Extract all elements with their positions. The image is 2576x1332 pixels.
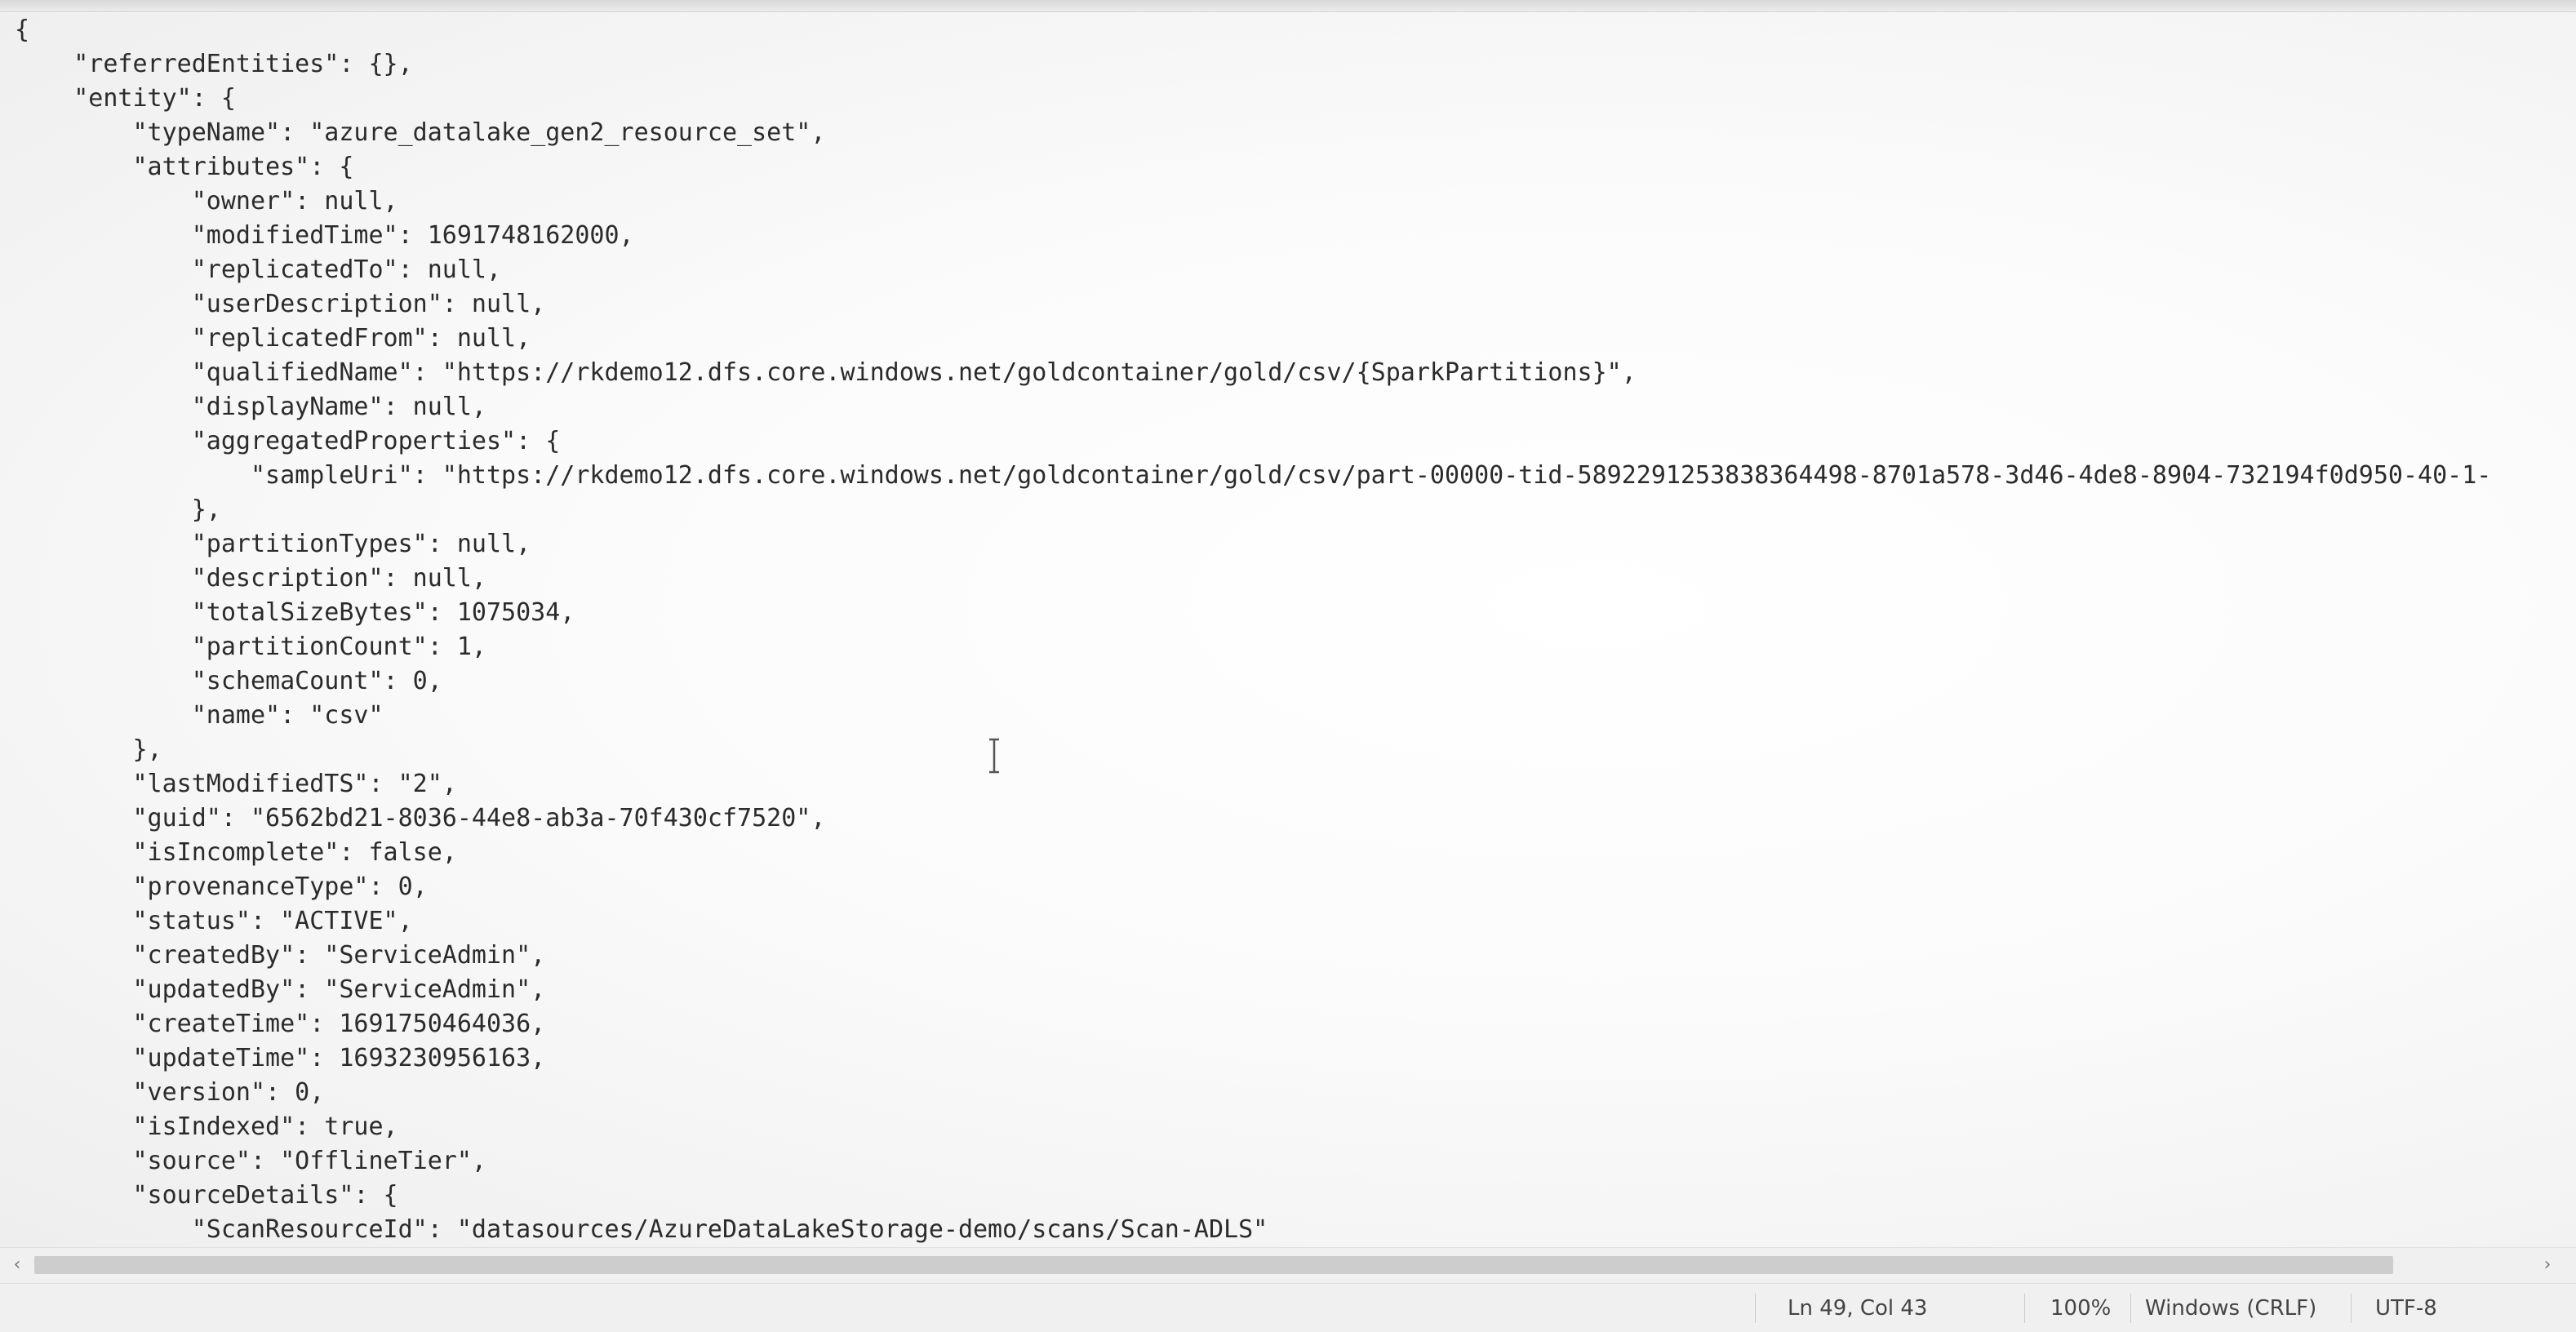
code-line: "source": "OfflineTier", bbox=[15, 1147, 486, 1175]
code-line: "createTime": 1691750464036, bbox=[15, 1010, 546, 1038]
code-line: "name": "csv" bbox=[15, 701, 384, 730]
status-divider bbox=[2351, 1294, 2352, 1323]
cursor-position: Ln 49, Col 43 bbox=[1788, 1296, 1928, 1321]
window-top-edge bbox=[0, 0, 2576, 12]
status-divider bbox=[2024, 1294, 2025, 1323]
code-line: "modifiedTime": 1691748162000, bbox=[15, 221, 634, 250]
code-line: "partitionTypes": null, bbox=[15, 530, 531, 558]
code-line: "provenanceType": 0, bbox=[15, 872, 428, 901]
code-line: "referredEntities": {}, bbox=[15, 50, 413, 78]
code-line: { bbox=[15, 16, 30, 44]
code-line: "qualifiedName": "https://rkdemo12.dfs.c… bbox=[15, 358, 1637, 387]
code-line: "displayName": null, bbox=[15, 393, 486, 421]
code-line: "updateTime": 1693230956163, bbox=[15, 1044, 546, 1072]
code-line: "guid": "6562bd21-8036-44e8-ab3a-70f430c… bbox=[15, 804, 826, 832]
status-divider bbox=[1755, 1294, 1756, 1323]
code-line: "schemaCount": 0, bbox=[15, 667, 442, 695]
text-cursor-icon bbox=[989, 738, 999, 774]
code-line: "sourceDetails": { bbox=[15, 1181, 398, 1210]
code-line: "createdBy": "ServiceAdmin", bbox=[15, 941, 546, 970]
line-ending[interactable]: Windows (CRLF) bbox=[2145, 1284, 2316, 1332]
code-line: "isIndexed": true, bbox=[15, 1112, 398, 1141]
status-bar: Ln 49, Col 43 100% Windows (CRLF) UTF-8 bbox=[0, 1283, 2576, 1332]
code-line: "owner": null, bbox=[15, 187, 398, 215]
horizontal-scrollbar[interactable]: ‹ › bbox=[0, 1247, 2576, 1284]
code-line: "updatedBy": "ServiceAdmin", bbox=[15, 975, 546, 1004]
status-divider bbox=[2130, 1294, 2131, 1323]
code-line: "sampleUri": "https://rkdemo12.dfs.core.… bbox=[15, 461, 2492, 490]
scroll-left-icon[interactable]: ‹ bbox=[5, 1253, 29, 1277]
code-line: "totalSizeBytes": 1075034, bbox=[15, 598, 575, 627]
code-line: "attributes": { bbox=[15, 153, 354, 181]
code-line: "aggregatedProperties": { bbox=[15, 427, 561, 455]
code-line: "userDescription": null, bbox=[15, 290, 546, 318]
scroll-right-icon[interactable]: › bbox=[2535, 1253, 2560, 1277]
code-line: "partitionCount": 1, bbox=[15, 633, 486, 661]
notepad-window: { "referredEntities": {}, "entity": { "t… bbox=[0, 0, 2576, 1332]
code-line: "description": null, bbox=[15, 564, 486, 593]
code-line: "replicatedFrom": null, bbox=[15, 324, 531, 353]
code-line: }, bbox=[15, 735, 162, 764]
code-line: "typeName": "azure_datalake_gen2_resourc… bbox=[15, 118, 826, 147]
code-line: }, bbox=[15, 495, 221, 524]
code-line: "status": "ACTIVE", bbox=[15, 907, 413, 935]
code-line: "replicatedTo": null, bbox=[15, 255, 502, 284]
code-line: "entity": { bbox=[15, 84, 236, 113]
horizontal-scrollbar-thumb[interactable] bbox=[34, 1256, 2393, 1274]
code-line: "lastModifiedTS": "2", bbox=[15, 770, 457, 798]
text-editor-area[interactable]: { "referredEntities": {}, "entity": { "t… bbox=[0, 13, 2576, 1247]
zoom-level[interactable]: 100% bbox=[2050, 1284, 2111, 1332]
code-line: "isIncomplete": false, bbox=[15, 838, 457, 867]
code-line: "ScanResourceId": "datasources/AzureData… bbox=[15, 1215, 1268, 1244]
code-line: "version": 0, bbox=[15, 1078, 325, 1107]
encoding[interactable]: UTF-8 bbox=[2375, 1284, 2437, 1332]
